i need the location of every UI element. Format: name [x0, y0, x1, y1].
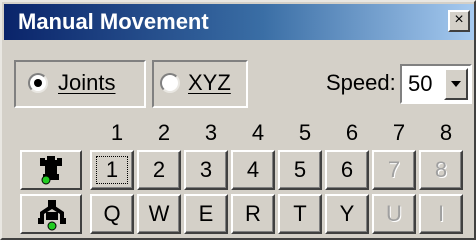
column-number: 8 [439, 120, 453, 145]
column-number: 6 [345, 120, 359, 145]
column-number: 4 [251, 120, 265, 145]
joint-key-7[interactable]: 7 [372, 150, 416, 190]
gripper-mode-button[interactable] [20, 194, 82, 234]
manual-movement-window: Manual Movement × Joints XYZ Speed: 50 1… [0, 0, 476, 240]
key-e[interactable]: E [184, 194, 228, 234]
radio-xyz-label: XYZ [188, 70, 231, 95]
key-label: 5 [293, 157, 307, 182]
close-button[interactable]: × [448, 10, 470, 32]
key-i[interactable]: I [419, 194, 463, 234]
speed-value: 50 [408, 71, 433, 96]
radio-selected-dot [34, 79, 42, 87]
key-label: R [245, 201, 261, 226]
radio-joints[interactable]: Joints [14, 60, 146, 108]
key-w[interactable]: W [137, 194, 181, 234]
column-number: 2 [157, 120, 171, 145]
robot-gripper-icon [38, 200, 66, 231]
window-title: Manual Movement [18, 9, 209, 34]
joint-key-4[interactable]: 4 [231, 150, 275, 190]
column-number: 5 [298, 120, 312, 145]
key-label: Q [103, 201, 121, 226]
key-q[interactable]: Q [90, 194, 134, 234]
radio-xyz[interactable]: XYZ [152, 60, 248, 108]
key-label: 3 [199, 157, 213, 182]
joint-key-8[interactable]: 8 [419, 150, 463, 190]
speed-label: Speed: [326, 70, 396, 95]
key-t[interactable]: T [278, 194, 322, 234]
key-label: T [293, 201, 307, 226]
radio-joints-indicator[interactable] [28, 73, 48, 93]
key-label: 8 [434, 157, 448, 182]
column-number: 1 [110, 120, 124, 145]
key-label: 2 [152, 157, 166, 182]
title-bar[interactable]: Manual Movement × [4, 4, 474, 40]
key-label: 4 [246, 157, 260, 182]
joint-key-1[interactable]: 1 [90, 150, 134, 190]
radio-joints-label: Joints [58, 70, 116, 95]
key-label: W [148, 201, 170, 226]
chevron-down-icon[interactable] [444, 68, 468, 100]
column-number: 7 [392, 120, 406, 145]
joint-key-5[interactable]: 5 [278, 150, 322, 190]
key-label: 7 [387, 157, 401, 182]
key-u[interactable]: U [372, 194, 416, 234]
key-label: E [198, 201, 214, 226]
key-r[interactable]: R [231, 194, 275, 234]
key-y[interactable]: Y [325, 194, 369, 234]
close-icon: × [454, 11, 464, 28]
key-label: Y [339, 201, 355, 226]
joint-key-6[interactable]: 6 [325, 150, 369, 190]
speed-dropdown[interactable]: 50 [400, 64, 472, 104]
key-label: I [437, 201, 445, 226]
joint-key-2[interactable]: 2 [137, 150, 181, 190]
key-label: 6 [340, 157, 354, 182]
radio-xyz-indicator[interactable] [160, 73, 180, 93]
joint-mode-button[interactable] [20, 150, 82, 190]
key-label: U [386, 201, 402, 226]
focus-rectangle [96, 156, 128, 184]
robot-joint-icon [40, 156, 62, 185]
joint-key-3[interactable]: 3 [184, 150, 228, 190]
column-number: 3 [204, 120, 218, 145]
